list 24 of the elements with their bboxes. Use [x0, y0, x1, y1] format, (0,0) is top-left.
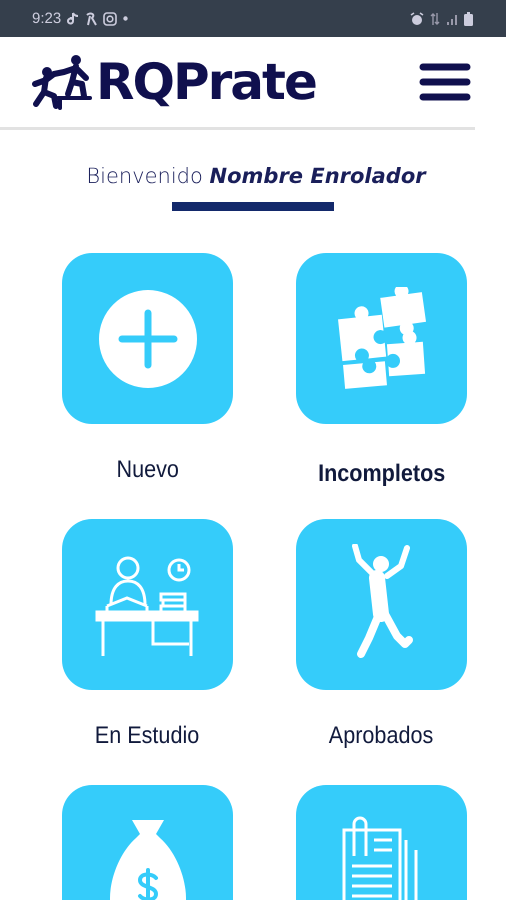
- battery-icon: [464, 12, 473, 26]
- camera-icon: [103, 12, 118, 26]
- data-arrows-icon: [430, 12, 440, 26]
- status-time: 9:23: [32, 10, 62, 27]
- plus-icon: [98, 288, 198, 388]
- script-icon: [85, 12, 98, 26]
- tile-label: Nuevo: [116, 456, 179, 484]
- logo-text: RQPrate: [96, 53, 316, 111]
- tile-button[interactable]: [296, 519, 467, 690]
- menu-icon: [419, 62, 471, 102]
- climbing-figures-icon: [32, 54, 94, 110]
- tile-button[interactable]: [62, 519, 233, 690]
- tile-label: En Estudio: [95, 722, 200, 750]
- dot-icon: [123, 16, 128, 21]
- menu-button[interactable]: [419, 62, 471, 102]
- welcome-text: Bienvenido Nombre Enrolador: [86, 164, 426, 188]
- tile-button[interactable]: [62, 253, 233, 424]
- signal-icon: [446, 12, 458, 24]
- alarm-icon: [410, 12, 424, 26]
- puzzle-icon: [336, 286, 428, 390]
- tile-label: Incompletos: [318, 460, 446, 488]
- music-note-icon: [67, 12, 80, 26]
- tile-button[interactable]: [296, 253, 467, 424]
- tile-label: Aprobados: [329, 722, 434, 750]
